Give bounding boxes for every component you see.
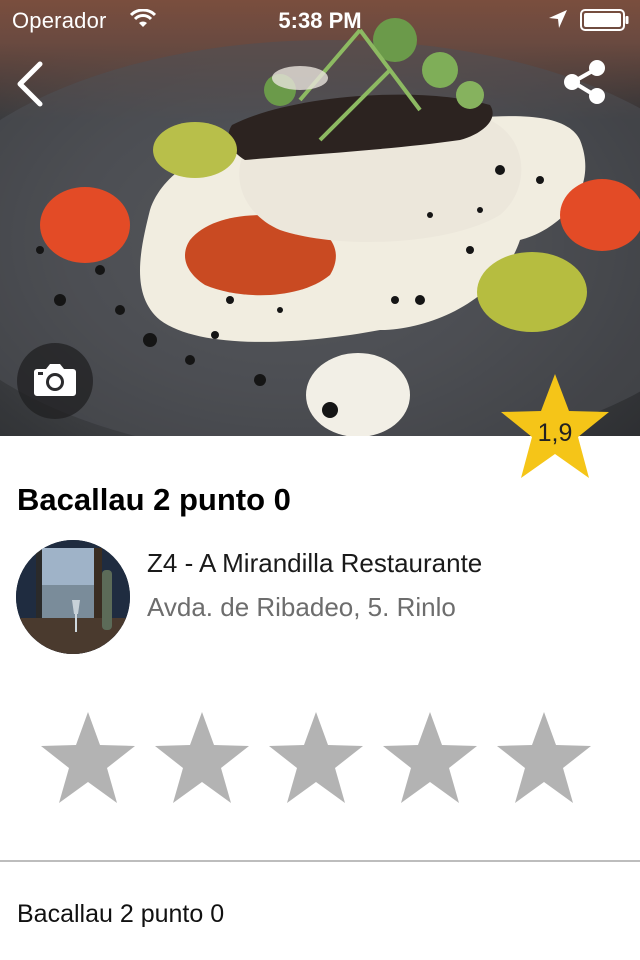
star-icon	[497, 712, 591, 803]
dish-photo	[0, 0, 640, 436]
star-icon	[269, 712, 363, 803]
rating-input	[40, 710, 600, 806]
back-button[interactable]	[10, 58, 54, 110]
dish-title: Bacallau 2 punto 0	[17, 482, 291, 517]
star-icon	[155, 712, 249, 803]
restaurant-address: Avda. de Ribadeo, 5. Rinlo	[147, 592, 456, 622]
chevron-left-icon	[17, 61, 43, 107]
star-icon	[383, 712, 477, 803]
restaurant-avatar[interactable]	[16, 540, 130, 654]
average-rating-badge: 1,9	[498, 372, 612, 482]
dish-description: Bacallau 2 punto 0	[17, 900, 225, 928]
clock-time: 5:38 PM	[278, 8, 362, 33]
rate-star-2[interactable]	[154, 710, 250, 806]
share-button[interactable]	[560, 58, 610, 108]
add-photo-button[interactable]	[17, 343, 93, 419]
section-divider	[0, 860, 640, 862]
rate-star-4[interactable]	[382, 710, 478, 806]
rate-star-1[interactable]	[40, 710, 136, 806]
status-bar: Operador 5:38 PM	[0, 0, 640, 40]
camera-icon	[34, 364, 76, 396]
battery-icon	[580, 9, 630, 37]
restaurant-photo	[16, 540, 130, 654]
rate-star-3[interactable]	[268, 710, 364, 806]
star-icon	[41, 712, 135, 803]
dish-photo-illustration	[0, 18, 640, 436]
restaurant-name-link[interactable]: Z4 - A Mirandilla Restaurante	[147, 548, 482, 579]
average-rating-value: 1,9	[537, 419, 573, 447]
rate-star-5[interactable]	[496, 710, 592, 806]
location-arrow-icon	[548, 9, 568, 35]
share-icon	[564, 60, 605, 104]
